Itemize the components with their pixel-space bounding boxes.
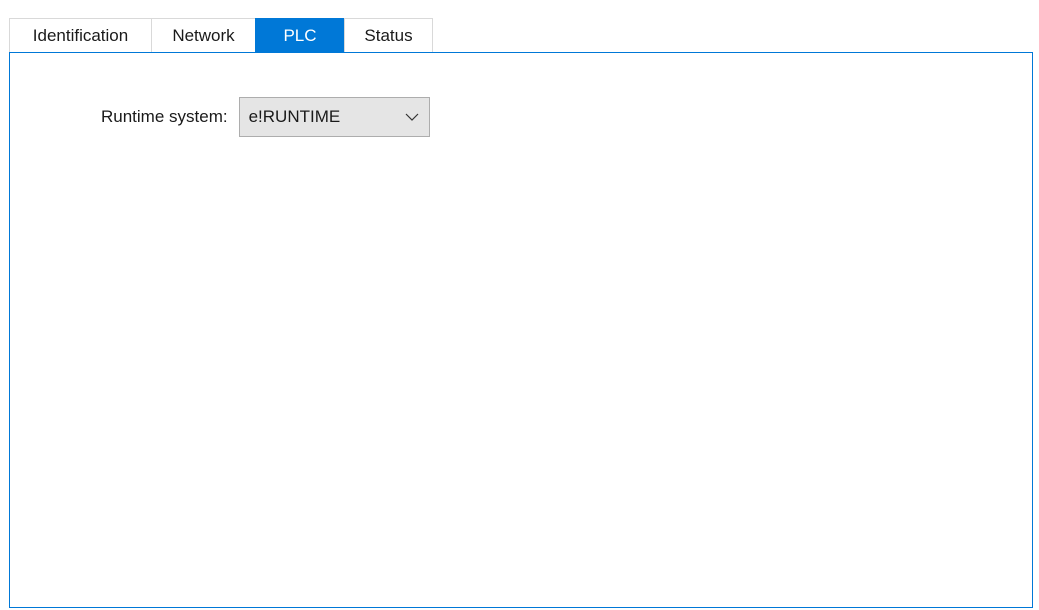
plc-settings-window: Identification Network PLC Status Runtim… — [0, 0, 1039, 610]
tab-strip: Identification Network PLC Status — [9, 18, 433, 52]
tab-identification[interactable]: Identification — [9, 18, 152, 52]
tab-status-label: Status — [364, 25, 413, 45]
chevron-down-icon — [405, 113, 419, 121]
runtime-system-value: e!RUNTIME — [248, 107, 341, 126]
tab-identification-label: Identification — [32, 25, 129, 45]
runtime-system-row: Runtime system: e!RUNTIME — [101, 97, 430, 137]
tab-plc-label: PLC — [283, 25, 317, 45]
plc-tab-panel: Runtime system: e!RUNTIME — [9, 52, 1033, 608]
tab-network-label: Network — [172, 25, 235, 45]
tab-network[interactable]: Network — [151, 18, 256, 52]
tab-status[interactable]: Status — [344, 18, 433, 52]
tab-plc[interactable]: PLC — [255, 18, 345, 52]
runtime-system-dropdown[interactable]: e!RUNTIME — [238, 97, 430, 137]
runtime-system-label: Runtime system: — [101, 107, 228, 126]
